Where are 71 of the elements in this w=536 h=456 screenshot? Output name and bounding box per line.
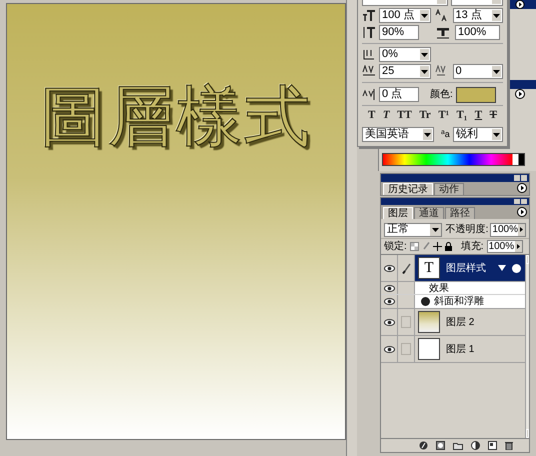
layer-row[interactable]: 图层 2 [415,309,525,335]
tracking-dropdown[interactable]: 25 [379,64,430,79]
layer-name: 图层样式 [446,262,486,276]
baseline-shift-icon [362,88,376,101]
text-style-button[interactable]: Tr [419,110,431,120]
lock-icon[interactable] [444,242,452,251]
tsume-icon [362,48,376,61]
opacity-field[interactable]: 100% [490,222,526,236]
effects-icon [512,264,521,272]
text-style-button[interactable]: T [490,110,497,120]
fill-field[interactable]: 100% [486,240,523,253]
effect-icon [421,297,430,306]
tracking-icon [362,65,376,78]
eye-icon[interactable] [384,318,394,326]
lock-transparency-icon[interactable] [410,242,419,251]
move-icon[interactable] [432,242,442,251]
eye-icon[interactable] [384,284,394,292]
close-icon[interactable] [521,174,527,181]
fill-label: 填充: [460,240,484,254]
eye-icon[interactable] [384,264,394,272]
horizontal-scale-icon [436,26,452,39]
slider-arrow-icon [514,241,522,252]
layer-name: 图层 2 [446,316,474,330]
effects-label: 效果 [429,282,449,296]
text-style-button[interactable]: T [368,110,376,120]
trash-icon[interactable] [505,441,513,450]
blend-mode-dropdown[interactable]: 正常 [384,222,442,236]
panel-tab[interactable]: 历史记录 [383,183,433,195]
horizontal-scale-field[interactable]: 100% [455,25,500,40]
text-style-button[interactable]: T [474,110,482,120]
layer-style-icon[interactable] [419,441,428,450]
layer-thumbnail [418,338,440,360]
tsume-dropdown[interactable]: 0% [379,47,431,62]
color-swatch[interactable] [456,86,496,102]
vertical-scale-field[interactable]: 90% [379,25,419,40]
adjustment-layer-icon[interactable] [471,441,480,450]
eye-icon[interactable] [384,298,394,305]
mask-icon[interactable] [436,441,445,450]
layer-thumbnail: T [418,257,440,279]
panel-tab[interactable]: 路径 [445,207,475,219]
expanded-triangle-icon[interactable] [498,265,506,271]
lock-label: 锁定: [384,240,407,254]
font-size-field[interactable]: 100 点 [379,8,430,23]
text-style-button[interactable]: T₁ [456,110,468,120]
panel-tab[interactable]: 通道 [414,207,444,219]
color-spectrum-bar[interactable] [382,153,525,166]
layer-row[interactable]: 图层 1 [415,336,525,362]
new-layer-icon[interactable] [488,441,497,450]
layer-thumbnail [418,311,440,333]
leading-icon [434,9,450,22]
font-size-icon [362,9,376,22]
panel-tab[interactable]: 图层 [383,207,413,219]
antialias-label: $^{a}$a [441,130,450,139]
minimize-icon[interactable] [514,174,520,181]
text-style-button[interactable]: T¹ [438,110,449,120]
text-style-button[interactable]: TT [397,110,412,120]
layer-name: 图层 1 [446,342,474,356]
antialias-dropdown[interactable]: 锐利 [452,127,503,142]
color-label: 颜色: [430,88,453,102]
vertical-scale-icon [362,26,376,39]
opacity-label: 不透明度: [446,222,488,237]
layer-row[interactable]: T 图层样式 [415,255,525,281]
kerning-dropdown[interactable]: 0 [452,64,503,79]
folder-icon[interactable] [453,442,463,450]
language-dropdown[interactable]: 美国英语 [362,127,434,142]
text-style-button[interactable]: T [382,110,390,120]
embossed-title: 圖層樣式 [40,84,312,154]
baseline-shift-field[interactable]: 0 点 [379,87,419,102]
leading-field[interactable]: 13 点 [452,8,503,23]
eye-icon[interactable] [384,346,394,352]
panel-tab[interactable]: 动作 [434,183,464,195]
